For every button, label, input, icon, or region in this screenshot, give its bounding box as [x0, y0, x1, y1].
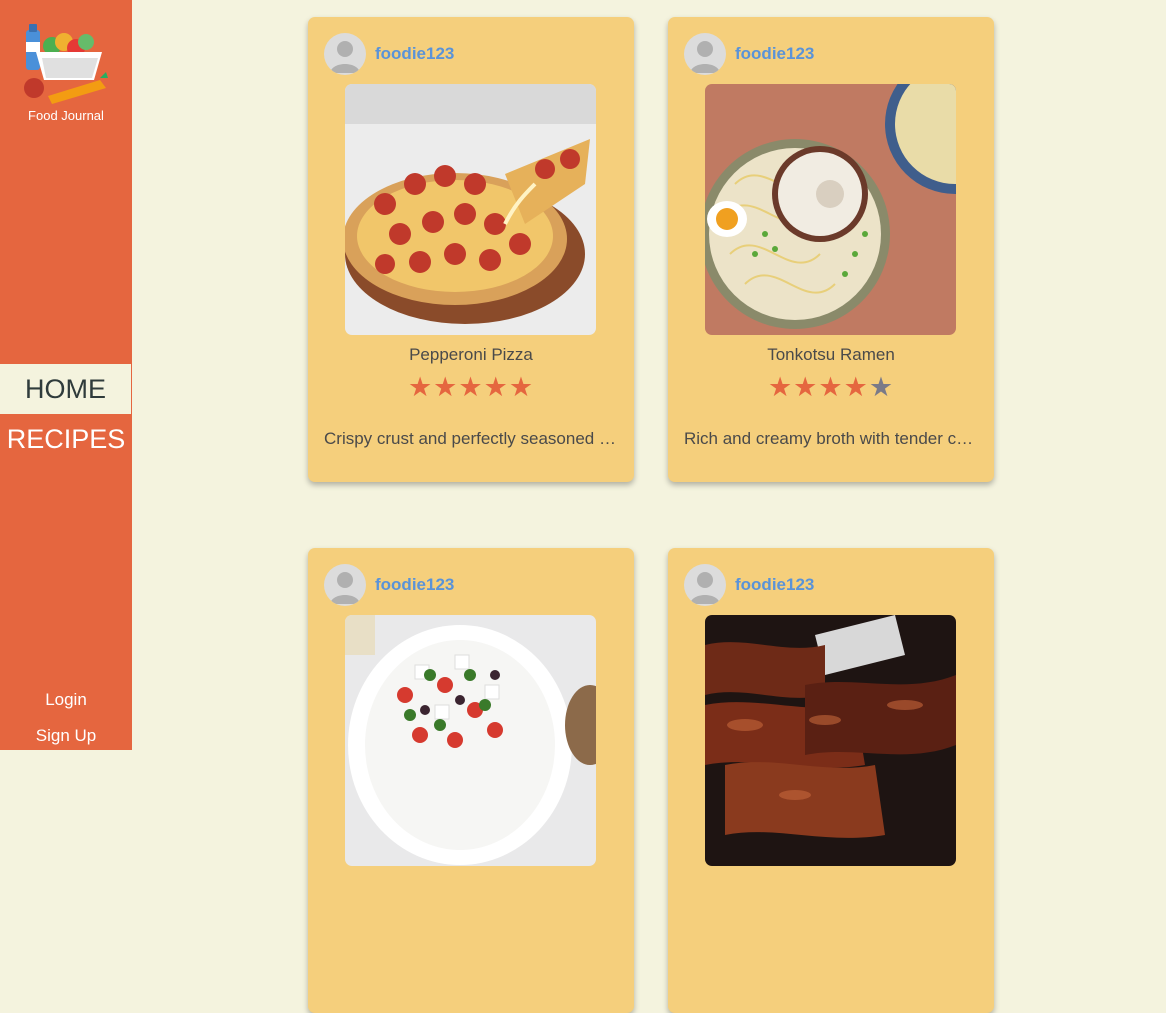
logo[interactable]: Food Journal [0, 24, 132, 123]
bbq-ribs-photo[interactable] [705, 615, 956, 866]
username[interactable]: foodie123 [735, 44, 814, 64]
star-icon: ★ [458, 372, 484, 402]
sidebar: Food Journal HOME RECIPES Login Sign Up [0, 0, 132, 750]
star-icon: ★ [483, 372, 509, 402]
dish-description: Crispy crust and perfectly seasoned pepp… [324, 429, 618, 448]
star-rating: ★★★★★ [668, 372, 994, 403]
star-icon: ★ [818, 372, 844, 402]
star-rating: ★★★★★ [308, 372, 634, 403]
star-empty-icon: ★ [868, 372, 895, 402]
signup-link[interactable]: Sign Up [0, 724, 132, 760]
post-header: foodie123 [324, 33, 454, 75]
pizza-photo[interactable] [345, 84, 596, 335]
dish-name: Pepperoni Pizza [409, 345, 533, 364]
username[interactable]: foodie123 [375, 44, 454, 64]
user-icon [690, 41, 720, 73]
auth-links: Login Sign Up [0, 688, 132, 760]
star-icon: ★ [407, 372, 434, 402]
login-link[interactable]: Login [0, 688, 132, 724]
post-card[interactable]: foodie123 Pepperoni Pizza ★★★★★ Crispy c… [308, 17, 634, 482]
avatar[interactable] [324, 564, 366, 606]
post-header: foodie123 [324, 564, 454, 606]
main-nav: HOME RECIPES [0, 364, 132, 464]
avatar[interactable] [684, 33, 726, 75]
food-basket-icon [24, 24, 108, 104]
post-card[interactable]: foodie123 [668, 548, 994, 1013]
user-icon [690, 572, 720, 604]
star-icon: ★ [508, 372, 535, 402]
star-icon: ★ [767, 372, 794, 402]
user-icon [330, 572, 360, 604]
avatar[interactable] [324, 33, 366, 75]
post-header: foodie123 [684, 33, 814, 75]
nav-recipes[interactable]: RECIPES [0, 414, 132, 464]
nav-home[interactable]: HOME [0, 364, 131, 414]
user-icon [330, 41, 360, 73]
username[interactable]: foodie123 [375, 575, 454, 595]
dish-description: Rich and creamy broth with tender chashu… [684, 429, 978, 448]
app-title: Food Journal [28, 108, 104, 123]
username[interactable]: foodie123 [735, 575, 814, 595]
post-card[interactable]: foodie123 Tonkotsu Ramen ★★★★★ Rich and … [668, 17, 994, 482]
greek-salad-photo[interactable] [345, 615, 596, 866]
star-icon: ★ [843, 372, 869, 402]
dish-name: Tonkotsu Ramen [767, 345, 895, 364]
post-card[interactable]: foodie123 [308, 548, 634, 1013]
star-icon: ★ [793, 372, 819, 402]
avatar[interactable] [684, 564, 726, 606]
ramen-photo[interactable] [705, 84, 956, 335]
star-icon: ★ [433, 372, 459, 402]
post-header: foodie123 [684, 564, 814, 606]
